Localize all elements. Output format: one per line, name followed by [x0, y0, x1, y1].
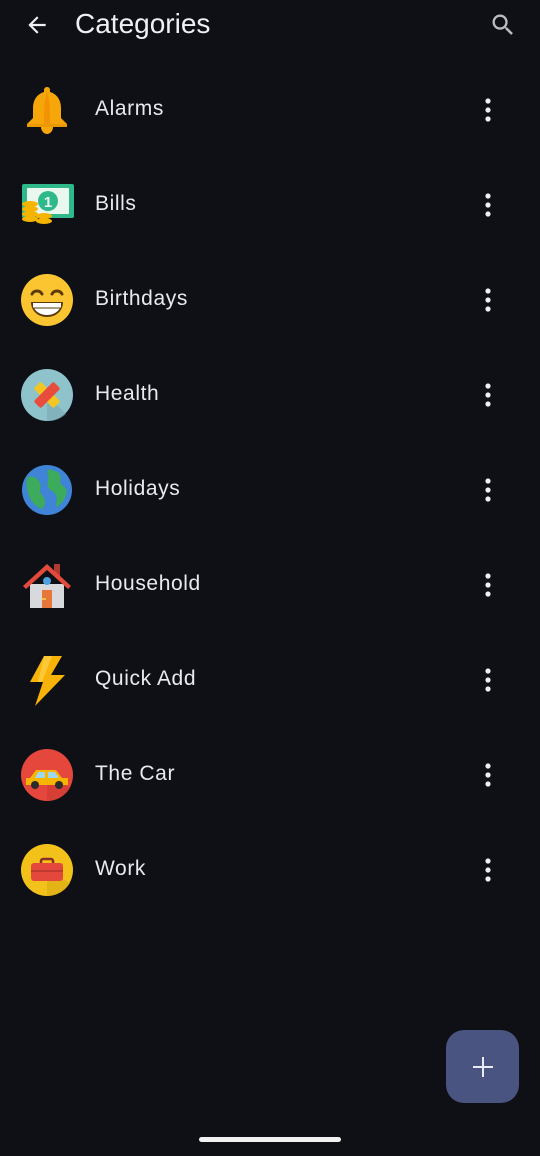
more-options-button[interactable] [470, 755, 506, 795]
category-label: The Car [95, 762, 176, 785]
category-label: Household [95, 572, 201, 595]
category-label: Health [95, 382, 160, 405]
category-label: Quick Add [95, 667, 197, 690]
page-title: Categories [75, 8, 211, 39]
list-item[interactable]: 1 Bills [0, 157, 540, 252]
more-vert-icon [485, 668, 491, 692]
plus-icon [472, 1056, 493, 1077]
more-vert-icon [485, 288, 491, 312]
more-vert-icon [485, 193, 491, 217]
category-label: Bills [95, 192, 137, 215]
globe-icon [22, 465, 72, 515]
more-options-button[interactable] [470, 470, 506, 510]
more-vert-icon [485, 383, 491, 407]
house-icon [23, 564, 71, 608]
more-options-button[interactable] [470, 280, 506, 320]
more-options-button[interactable] [470, 565, 506, 605]
more-vert-icon [485, 763, 491, 787]
more-options-button[interactable] [470, 850, 506, 890]
category-label: Alarms [95, 97, 164, 120]
more-vert-icon [485, 478, 491, 502]
briefcase-icon [21, 844, 73, 897]
list-item[interactable]: The Car [0, 727, 540, 822]
list-item[interactable]: Quick Add [0, 632, 540, 727]
bell-icon [27, 87, 67, 134]
home-indicator[interactable] [199, 1137, 341, 1142]
money-icon: 1 [22, 184, 74, 224]
svg-text:1: 1 [44, 194, 52, 211]
list-item[interactable]: Work [0, 822, 540, 917]
list-item[interactable]: Holidays [0, 442, 540, 537]
back-button[interactable] [18, 6, 56, 44]
bandage-icon [21, 369, 73, 422]
more-vert-icon [485, 573, 491, 597]
category-label: Birthdays [95, 287, 188, 310]
more-options-button[interactable] [470, 660, 506, 700]
more-options-button[interactable] [470, 90, 506, 130]
arrow-back-icon [28, 16, 46, 34]
app-bar: Categories [0, 0, 540, 50]
list-item[interactable]: Health [0, 347, 540, 442]
grinning-face-icon [21, 274, 73, 326]
lightning-icon [30, 656, 65, 706]
category-list: Alarms 1 Bills Birthdays Health Holidays… [0, 62, 540, 917]
list-item[interactable]: Household [0, 537, 540, 632]
list-item[interactable]: Birthdays [0, 252, 540, 347]
category-label: Work [95, 857, 147, 880]
more-options-button[interactable] [470, 375, 506, 415]
search-button[interactable] [484, 6, 522, 44]
more-options-button[interactable] [470, 185, 506, 225]
list-item[interactable]: Alarms [0, 62, 540, 157]
car-icon [21, 749, 73, 802]
category-label: Holidays [95, 477, 181, 500]
search-icon [492, 14, 513, 35]
more-vert-icon [485, 98, 491, 122]
more-vert-icon [485, 858, 491, 882]
add-category-button[interactable] [446, 1030, 519, 1103]
